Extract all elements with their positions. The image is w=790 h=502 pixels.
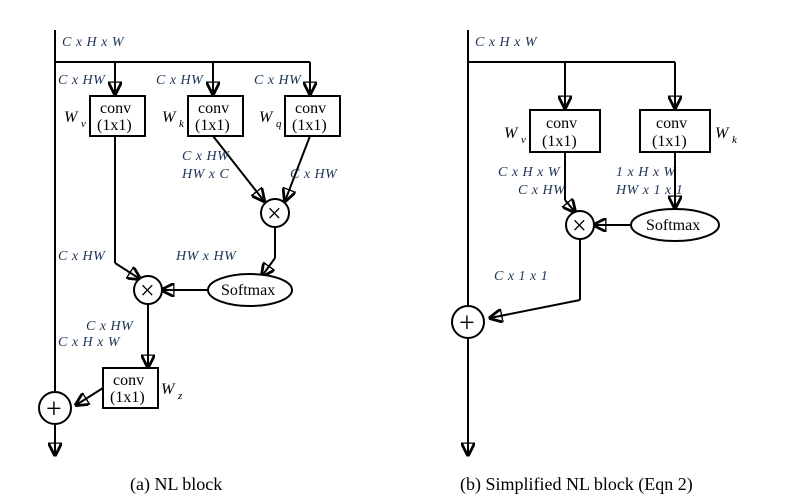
b-v-reshape-label: C x HW xyxy=(518,183,566,198)
svg-text:W: W xyxy=(161,381,176,398)
a-conv-z: conv (1x1) W z xyxy=(103,368,183,408)
a-attn-label: HW x HW xyxy=(175,249,237,264)
b-k-out-shape-label: 1 x H x W xyxy=(616,165,677,180)
svg-text:W: W xyxy=(715,125,730,142)
svg-text:(1x1): (1x1) xyxy=(542,133,577,150)
a-q-cxhw-label: C x HW xyxy=(290,167,338,182)
svg-text:v: v xyxy=(81,118,86,130)
multiply-icon: × xyxy=(572,211,587,240)
a-reshape-v-label: C x HW xyxy=(58,73,106,88)
nl-block-diagram: C x H x W C x HW C x HW C x HW conv (1x1… xyxy=(0,0,790,502)
a-conv-v: conv (1x1) W v xyxy=(64,96,145,136)
svg-text:conv: conv xyxy=(198,100,229,117)
svg-text:q: q xyxy=(276,118,282,130)
svg-text:W: W xyxy=(162,109,177,126)
svg-text:Softmax: Softmax xyxy=(221,282,275,299)
a-kq-hwxc-label: HW x C xyxy=(181,167,229,182)
svg-text:conv: conv xyxy=(295,100,326,117)
a-reshape-k-label: C x HW xyxy=(156,73,204,88)
b-conv-k: conv (1x1) W k xyxy=(640,110,738,152)
svg-text:(1x1): (1x1) xyxy=(97,117,132,134)
svg-text:W: W xyxy=(64,109,79,126)
a-conv-q: conv (1x1) W q xyxy=(259,96,340,136)
svg-text:(1x1): (1x1) xyxy=(652,133,687,150)
a-conv-k: conv (1x1) W k xyxy=(162,96,243,136)
b-v-out-shape-label: C x H x W xyxy=(498,165,561,180)
b-mul-out-label: C x 1 x 1 xyxy=(494,269,548,284)
svg-text:(1x1): (1x1) xyxy=(195,117,230,134)
b-softmax: Softmax xyxy=(631,209,719,241)
plus-icon: + xyxy=(46,394,62,425)
a-input-shape-label: C x H x W xyxy=(62,35,125,50)
svg-text:W: W xyxy=(259,109,274,126)
a-kq-cxhw-label: C x HW xyxy=(182,149,230,164)
caption-a: (a) NL block xyxy=(130,474,222,495)
svg-text:conv: conv xyxy=(113,372,144,389)
a-reshape-q-label: C x HW xyxy=(254,73,302,88)
a-matmul-kq: × xyxy=(261,199,289,228)
caption-b: (b) Simplified NL block (Eqn 2) xyxy=(460,474,693,495)
svg-text:v: v xyxy=(521,134,526,146)
a-v-label: C x HW xyxy=(58,249,106,264)
svg-text:W: W xyxy=(504,125,519,142)
multiply-icon: × xyxy=(267,199,282,228)
b-matmul: × xyxy=(566,211,594,240)
svg-text:(1x1): (1x1) xyxy=(110,389,145,406)
diagram-a: C x H x W C x HW C x HW C x HW conv (1x1… xyxy=(39,30,340,495)
svg-text:conv: conv xyxy=(100,100,131,117)
b-k-reshape-label: HW x 1 x 1 xyxy=(615,183,683,198)
b-input-shape-label: C x H x W xyxy=(475,35,538,50)
svg-text:(1x1): (1x1) xyxy=(292,117,327,134)
multiply-icon: × xyxy=(140,276,155,305)
svg-text:k: k xyxy=(179,118,185,130)
a-softmax: Softmax xyxy=(208,274,292,306)
svg-text:z: z xyxy=(177,390,183,402)
b-add: + xyxy=(452,306,484,339)
a-post-chw-label: C x H x W xyxy=(58,335,121,350)
svg-text:conv: conv xyxy=(546,115,577,132)
a-add: + xyxy=(39,392,71,425)
b-conv-v: conv (1x1) W v xyxy=(504,110,600,152)
a-matmul-vatt: × xyxy=(134,276,162,305)
svg-text:conv: conv xyxy=(656,115,687,132)
diagram-b: C x H x W conv (1x1) W v conv (1x1) W k … xyxy=(452,30,738,495)
a-post-cxhw-label: C x HW xyxy=(86,319,134,334)
svg-text:Softmax: Softmax xyxy=(646,217,700,234)
svg-text:k: k xyxy=(732,134,738,146)
plus-icon: + xyxy=(459,308,475,339)
